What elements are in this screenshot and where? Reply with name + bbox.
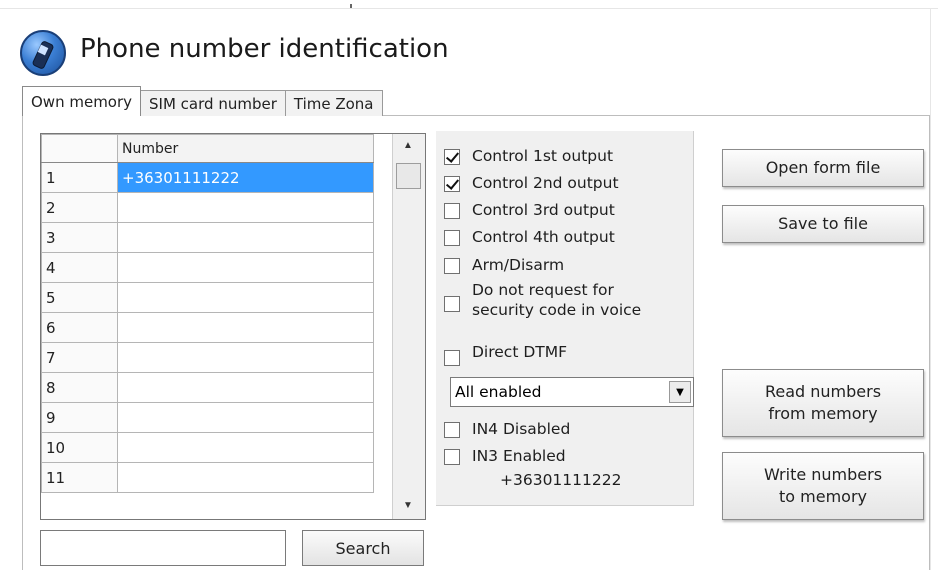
direct-dtmf-label: Direct DTMF: [472, 343, 568, 361]
direct-dtmf-checkbox[interactable]: [444, 350, 460, 366]
arm-disarm-label: Arm/Disarm: [472, 256, 565, 274]
grid-corner-cell: [41, 134, 118, 163]
search-button[interactable]: Search: [302, 530, 424, 566]
table-row[interactable]: 4: [41, 252, 374, 283]
row-index: 9: [41, 402, 118, 433]
control-3rd-output-label: Control 3rd output: [472, 201, 615, 219]
control-1st-output-label: Control 1st output: [472, 147, 614, 165]
in4-disabled-label: IN4 Disabled: [472, 420, 571, 438]
window-top-border: [0, 8, 938, 9]
table-row[interactable]: 8: [41, 372, 374, 403]
no-security-code-label: Do not request for security code in voic…: [472, 281, 642, 319]
table-row[interactable]: 9: [41, 402, 374, 433]
table-row[interactable]: 6: [41, 312, 374, 343]
row-index: 4: [41, 252, 118, 283]
in3-enabled-option[interactable]: IN3 Enabled: [444, 447, 566, 465]
control-4th-output-checkbox[interactable]: [444, 230, 460, 246]
save-to-file-label: Save to file: [778, 214, 868, 233]
arm-disarm-checkbox[interactable]: [444, 258, 460, 274]
scroll-up-icon[interactable]: ▲: [403, 140, 413, 151]
table-row[interactable]: 5: [41, 282, 374, 313]
row-index: 6: [41, 312, 118, 343]
direct-dtmf-option[interactable]: Direct DTMF: [444, 342, 672, 372]
selected-number-readout: +36301111222: [500, 471, 622, 489]
page-title: Phone number identification: [80, 34, 449, 64]
control-2nd-output-option[interactable]: Control 2nd output: [444, 174, 619, 192]
control-1st-output-option[interactable]: Control 1st output: [444, 147, 613, 165]
control-1st-output-checkbox[interactable]: [444, 149, 460, 165]
table-row[interactable]: 3: [41, 222, 374, 253]
number-cell[interactable]: [117, 462, 374, 493]
tab-own-memory[interactable]: Own memory: [22, 86, 142, 116]
no-security-code-checkbox[interactable]: [444, 296, 460, 312]
arm-disarm-option[interactable]: Arm/Disarm: [444, 256, 564, 274]
window-right-border: [930, 8, 931, 570]
row-index: 1: [41, 162, 118, 193]
control-3rd-output-checkbox[interactable]: [444, 203, 460, 219]
enable-mode-value: All enabled: [455, 383, 542, 401]
number-cell[interactable]: [117, 312, 374, 343]
write-numbers-label-line1: Write numbers: [763, 465, 883, 484]
row-index: 2: [41, 192, 118, 223]
tab-sim-card-number[interactable]: SIM card number: [140, 90, 286, 116]
row-index: 10: [41, 432, 118, 463]
control-2nd-output-label: Control 2nd output: [472, 174, 619, 192]
in4-disabled-checkbox[interactable]: [444, 422, 460, 438]
search-input[interactable]: [40, 530, 286, 566]
table-row[interactable]: 7: [41, 342, 374, 373]
number-cell[interactable]: [117, 252, 374, 283]
phone-icon: [20, 30, 66, 76]
in4-disabled-option[interactable]: IN4 Disabled: [444, 420, 570, 438]
number-column-header[interactable]: Number: [117, 134, 374, 163]
scroll-down-icon[interactable]: ▼: [403, 500, 413, 511]
save-to-file-button[interactable]: Save to file: [722, 205, 924, 243]
in3-enabled-label: IN3 Enabled: [472, 447, 566, 465]
chevron-down-icon[interactable]: ▼: [669, 381, 691, 403]
table-row[interactable]: 1 +36301111222: [41, 162, 374, 193]
number-cell[interactable]: [117, 282, 374, 313]
control-3rd-output-option[interactable]: Control 3rd output: [444, 201, 615, 219]
number-cell[interactable]: [117, 342, 374, 373]
table-row[interactable]: 2: [41, 192, 374, 223]
row-index: 11: [41, 462, 118, 493]
read-numbers-label-line1: Read numbers: [764, 382, 882, 401]
control-4th-output-option[interactable]: Control 4th output: [444, 228, 615, 246]
grid-header-row: Number: [41, 134, 374, 163]
row-index: 3: [41, 222, 118, 253]
grid-scrollbar[interactable]: ▲ ▼: [392, 134, 425, 519]
read-numbers-label-line2: from memory: [768, 404, 878, 423]
scrollbar-thumb[interactable]: [396, 163, 421, 189]
number-cell[interactable]: [117, 432, 374, 463]
number-grid[interactable]: Number 1 +36301111222 2 3 4 5 6 7 8 9 10…: [40, 133, 426, 520]
control-2nd-output-checkbox[interactable]: [444, 176, 460, 192]
write-numbers-button[interactable]: Write numbers to memory: [722, 452, 924, 520]
number-cell[interactable]: [117, 192, 374, 223]
table-row[interactable]: 11: [41, 462, 374, 493]
tab-strip: Own memory SIM card number Time Zona: [22, 86, 383, 116]
write-numbers-label-line2: to memory: [779, 487, 867, 506]
control-4th-output-label: Control 4th output: [472, 228, 615, 246]
top-tick-mark: [350, 4, 352, 8]
number-cell[interactable]: [117, 222, 374, 253]
open-form-file-label: Open form file: [765, 158, 881, 177]
open-form-file-button[interactable]: Open form file: [722, 149, 924, 187]
number-cell[interactable]: [117, 402, 374, 433]
row-index: 7: [41, 342, 118, 373]
number-cell[interactable]: [117, 372, 374, 403]
in3-enabled-checkbox[interactable]: [444, 449, 460, 465]
row-index: 5: [41, 282, 118, 313]
row-index: 8: [41, 372, 118, 403]
tab-time-zona[interactable]: Time Zona: [284, 90, 383, 116]
no-security-code-option[interactable]: Do not request for security code in voic…: [444, 281, 672, 326]
number-cell[interactable]: +36301111222: [117, 162, 374, 193]
table-row[interactable]: 10: [41, 432, 374, 463]
enable-mode-dropdown[interactable]: All enabled ▼: [450, 377, 694, 407]
read-numbers-button[interactable]: Read numbers from memory: [722, 369, 924, 437]
